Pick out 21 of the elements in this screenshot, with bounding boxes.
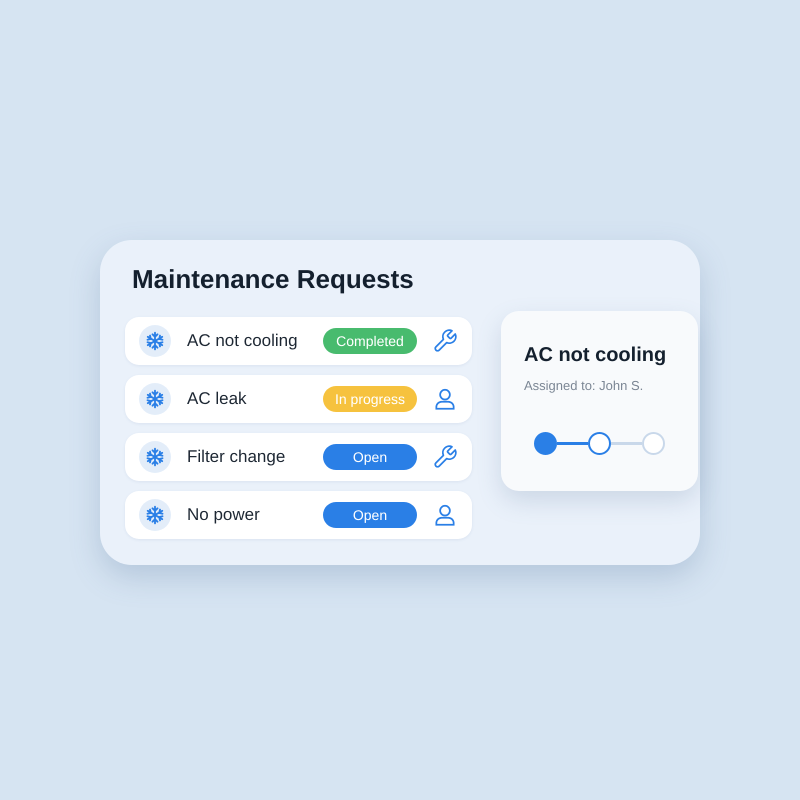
status-badge: Open [323,502,417,528]
wrench-icon[interactable] [432,328,458,354]
request-row[interactable]: AC not cooling Completed [125,317,472,365]
snowflake-icon [139,383,171,415]
request-row[interactable]: AC leak In progress [125,375,472,423]
snowflake-icon [139,499,171,531]
request-name: No power [187,504,261,526]
request-name: AC not cooling [187,330,299,352]
request-name: Filter change [187,446,286,468]
request-row[interactable]: Filter change Open [125,433,472,481]
status-badge: In progress [323,386,417,412]
snowflake-icon [139,441,171,473]
panel-title: Maintenance Requests [131,263,415,296]
status-badge: Completed [323,328,417,354]
assignee-text: Assigned to: John S. [524,377,644,395]
status-badge: Open [323,444,417,470]
request-row[interactable]: No power Open [125,491,472,539]
request-name: AC leak [187,388,248,410]
detail-title: AC not cooling [524,343,668,368]
snowflake-icon [139,325,171,357]
wrench-icon[interactable] [432,444,458,470]
